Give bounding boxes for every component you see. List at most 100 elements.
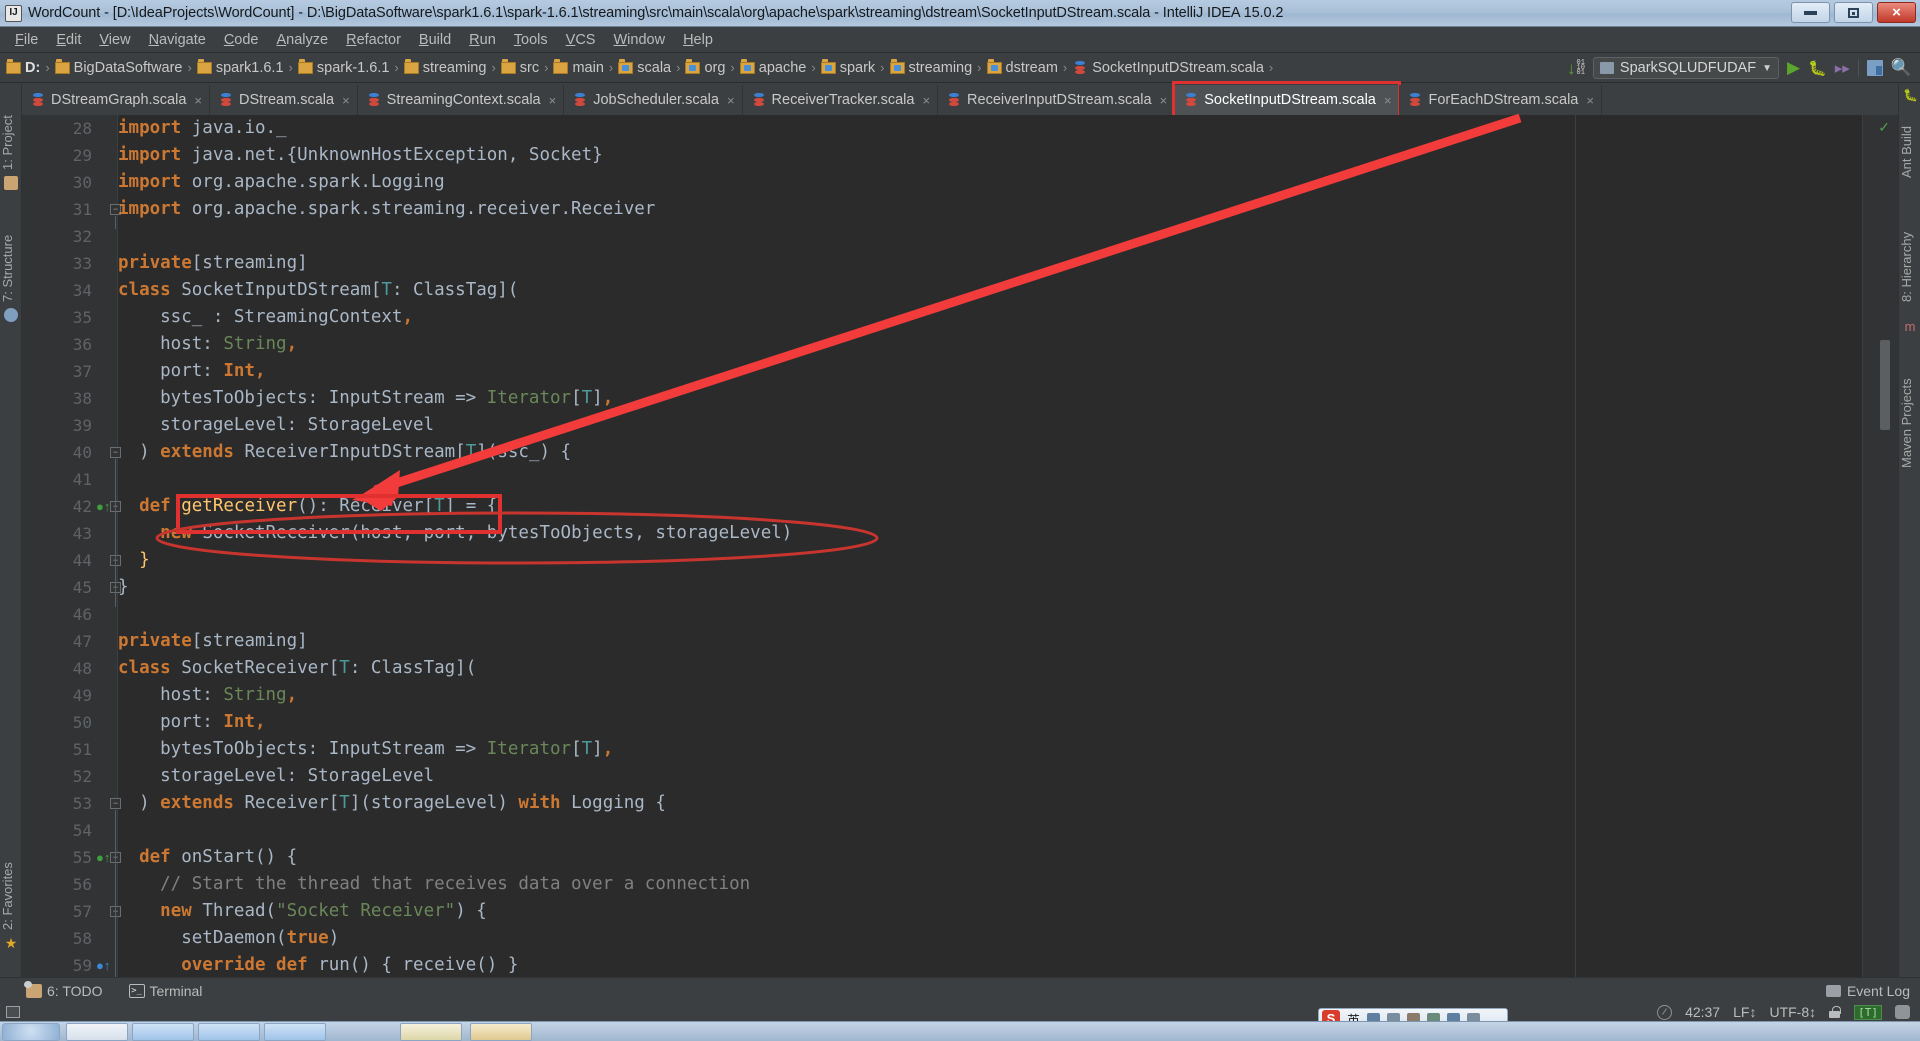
code-line[interactable]: bytesToObjects: InputStream => Iterator[… [118, 736, 613, 763]
bottom-item-todo[interactable]: 6: TODO [24, 980, 103, 999]
breadcrumb-item-streaming[interactable]: streaming [403, 58, 486, 76]
close-icon[interactable]: × [1384, 93, 1392, 108]
breadcrumb-item-scala[interactable]: scala [618, 58, 671, 76]
read-write-lock-icon[interactable] [1829, 1006, 1842, 1018]
sidebar-item-structure[interactable]: 7: Structure [0, 204, 22, 302]
sidebar-item-hierarchy[interactable]: 8: Hierarchy [1899, 192, 1920, 302]
code-editor[interactable]: ✓ 28293031−323334353637383940−4142●↑−434… [22, 115, 1898, 977]
breadcrumb-item-dstream[interactable]: dstream [986, 58, 1058, 76]
close-icon[interactable]: × [727, 93, 735, 108]
breadcrumb-item-spark1-6-1[interactable]: spark1.6.1 [196, 58, 284, 76]
code-line[interactable]: new Thread("Socket Receiver") { [118, 898, 487, 925]
run-with-coverage-button[interactable]: ▸▸ [1835, 59, 1850, 77]
sidebar-item-project[interactable]: 1: Project [0, 88, 22, 170]
breadcrumb-item-src[interactable]: src [500, 58, 539, 76]
code-line[interactable]: ssc_ : StreamingContext, [118, 304, 413, 331]
menu-item-file[interactable]: File [6, 30, 47, 50]
breadcrumb-item-spark-1-6-1[interactable]: spark-1.6.1 [297, 58, 389, 76]
breadcrumb-item-main[interactable]: main [553, 58, 604, 76]
menu-item-vcs[interactable]: VCS [557, 30, 605, 50]
system-tray[interactable] [1916, 1022, 1920, 1041]
editor-tab-dstream[interactable]: DStream.scala × [209, 85, 358, 115]
editor-tab-streamingcontext[interactable]: StreamingContext.scala × [357, 85, 565, 115]
code-line[interactable]: import org.apache.spark.Logging [118, 169, 445, 196]
line-separator[interactable]: LF↕ [1733, 1004, 1756, 1020]
project-structure-button[interactable] [1866, 60, 1883, 76]
editor-tab-receiverinputdstream[interactable]: ReceiverInputDStream.scala × [938, 85, 1176, 115]
file-encoding[interactable]: UTF-8↕ [1769, 1004, 1816, 1020]
close-icon[interactable]: × [922, 93, 930, 108]
bottom-item-event-log[interactable]: Event Log [1825, 983, 1910, 999]
code-line[interactable]: host: String, [118, 331, 297, 358]
taskbar-item[interactable] [132, 1023, 194, 1041]
menu-item-tools[interactable]: Tools [505, 30, 557, 50]
code-line[interactable]: storageLevel: StorageLevel [118, 763, 434, 790]
implements-method-gutter-icon[interactable]: ●↑ [96, 952, 110, 977]
code-line[interactable]: bytesToObjects: InputStream => Iterator[… [118, 385, 613, 412]
code-line[interactable]: override def run() { receive() } [118, 952, 518, 977]
debug-button[interactable]: 🐛 [1808, 59, 1827, 77]
code-line[interactable]: ) extends ReceiverInputDStream[T](ssc_) … [118, 439, 571, 466]
update-project-icon[interactable]: ↓ 01 10 01 [1567, 59, 1585, 77]
menu-item-code[interactable]: Code [215, 30, 268, 50]
override-method-gutter-icon[interactable]: ●↑ [96, 844, 110, 871]
taskbar-item[interactable] [400, 1023, 462, 1041]
menu-item-build[interactable]: Build [410, 30, 460, 50]
breadcrumb-item-org[interactable]: org [685, 58, 725, 76]
face-icon[interactable] [1895, 1005, 1910, 1019]
breadcrumb-item-apache[interactable]: apache [739, 58, 806, 76]
code-line[interactable]: class SocketInputDStream[T: ClassTag]( [118, 277, 518, 304]
start-button[interactable] [2, 1023, 60, 1041]
close-button[interactable]: × [1877, 2, 1916, 23]
code-line[interactable]: } [118, 574, 129, 601]
editor-tab-socketinputdstream[interactable]: SocketInputDStream.scala × [1172, 81, 1402, 119]
editor-tab-jobscheduler[interactable]: JobScheduler.scala × [564, 85, 743, 115]
code-line[interactable]: setDaemon(true) [118, 925, 339, 952]
code-line[interactable]: port: Int, [118, 709, 265, 736]
close-icon[interactable]: × [1586, 93, 1594, 108]
maximize-button[interactable] [1834, 2, 1873, 23]
code-line[interactable]: host: String, [118, 682, 297, 709]
minimize-button[interactable] [1791, 2, 1830, 23]
editor-tab-foreachdstream[interactable]: ForEachDStream.scala × [1399, 85, 1602, 115]
code-line[interactable]: private[streaming] [118, 250, 308, 277]
translate-badge[interactable]: [T] [1854, 1004, 1882, 1020]
menu-item-analyze[interactable]: Analyze [268, 30, 338, 50]
code-line[interactable]: def getReceiver(): Receiver[T] = { [118, 493, 497, 520]
menu-item-run[interactable]: Run [460, 30, 505, 50]
code-line[interactable]: class SocketReceiver[T: ClassTag]( [118, 655, 476, 682]
menu-item-refactor[interactable]: Refactor [337, 30, 410, 50]
power-save-icon[interactable] [1657, 1004, 1673, 1020]
taskbar-item[interactable] [198, 1023, 260, 1041]
code-line[interactable]: import java.io._ [118, 115, 287, 142]
code-lines[interactable]: import java.io._ import java.net.{Unknown… [118, 115, 1898, 977]
bottom-item-terminal[interactable]: >_ Terminal [128, 983, 202, 999]
caret-position[interactable]: 42:37 [1685, 1004, 1720, 1020]
run-configuration-selector[interactable]: SparkSQLUDFUDAF ▼ [1592, 57, 1779, 79]
breadcrumb-item-streaming[interactable]: streaming [889, 58, 972, 76]
menu-item-edit[interactable]: Edit [47, 30, 90, 50]
breadcrumb-item-d-[interactable]: D: [6, 58, 40, 76]
close-icon[interactable]: × [342, 93, 350, 108]
code-line[interactable]: import java.net.{UnknownHostException, S… [118, 142, 603, 169]
sidebar-item-ant-build[interactable]: Ant Build [1899, 106, 1920, 178]
run-button[interactable]: ▶ [1787, 58, 1800, 78]
taskbar-item[interactable] [470, 1023, 532, 1041]
editor-tab-receivertracker[interactable]: ReceiverTracker.scala × [742, 85, 939, 115]
close-icon[interactable]: × [549, 93, 557, 108]
code-line[interactable]: } [118, 547, 150, 574]
code-line[interactable]: // Start the thread that receives data o… [118, 871, 750, 898]
menu-item-help[interactable]: Help [674, 30, 722, 50]
code-line[interactable]: ) extends Receiver[T](storageLevel) with… [118, 790, 666, 817]
taskbar-item[interactable] [264, 1023, 326, 1041]
menu-item-view[interactable]: View [90, 30, 139, 50]
sidebar-item-favorites[interactable]: 2: Favorites [0, 830, 22, 930]
breadcrumb-item-socketinputdstream-scala[interactable]: SocketInputDStream.scala [1072, 60, 1264, 76]
toggle-tool-windows-button[interactable] [6, 1003, 28, 1021]
menu-item-window[interactable]: Window [604, 30, 674, 50]
override-method-gutter-icon[interactable]: ●↑ [96, 493, 110, 520]
code-line[interactable]: private[streaming] [118, 628, 308, 655]
code-line[interactable]: import org.apache.spark.streaming.receiv… [118, 196, 655, 223]
breadcrumb-item-spark[interactable]: spark [820, 58, 875, 76]
code-line[interactable]: port: Int, [118, 358, 265, 385]
